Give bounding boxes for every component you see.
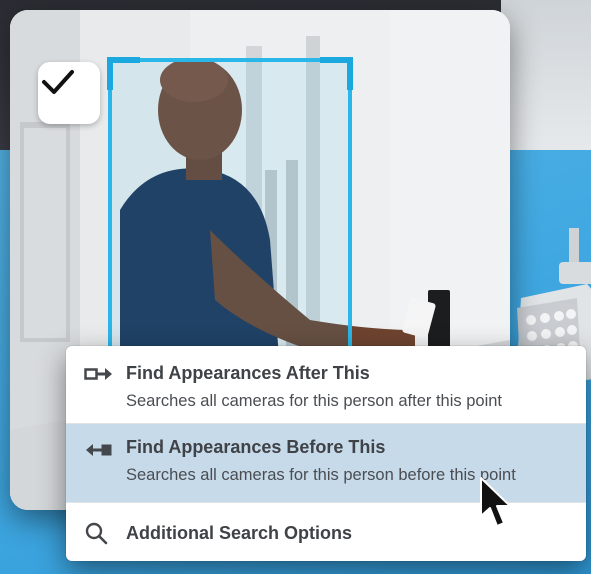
arrow-left-icon (86, 444, 112, 456)
search-icon (85, 522, 108, 545)
menu-item-find-after[interactable]: Find Appearances After This Searches all… (66, 346, 586, 422)
menu-item-subtitle: Searches all cameras for this person aft… (126, 392, 503, 410)
mouse-pointer-icon (480, 477, 511, 527)
background-photo (501, 0, 591, 150)
checkmark-badge (38, 62, 100, 124)
menu-item-title: Additional Search Options (126, 523, 353, 543)
menu-item-title: Find Appearances Before This (126, 437, 386, 457)
arrow-right-icon (84, 368, 112, 380)
checkmark-icon (42, 70, 74, 94)
menu-item-subtitle: Searches all cameras for this person bef… (126, 466, 516, 484)
menu-item-title: Find Appearances After This (126, 363, 370, 383)
